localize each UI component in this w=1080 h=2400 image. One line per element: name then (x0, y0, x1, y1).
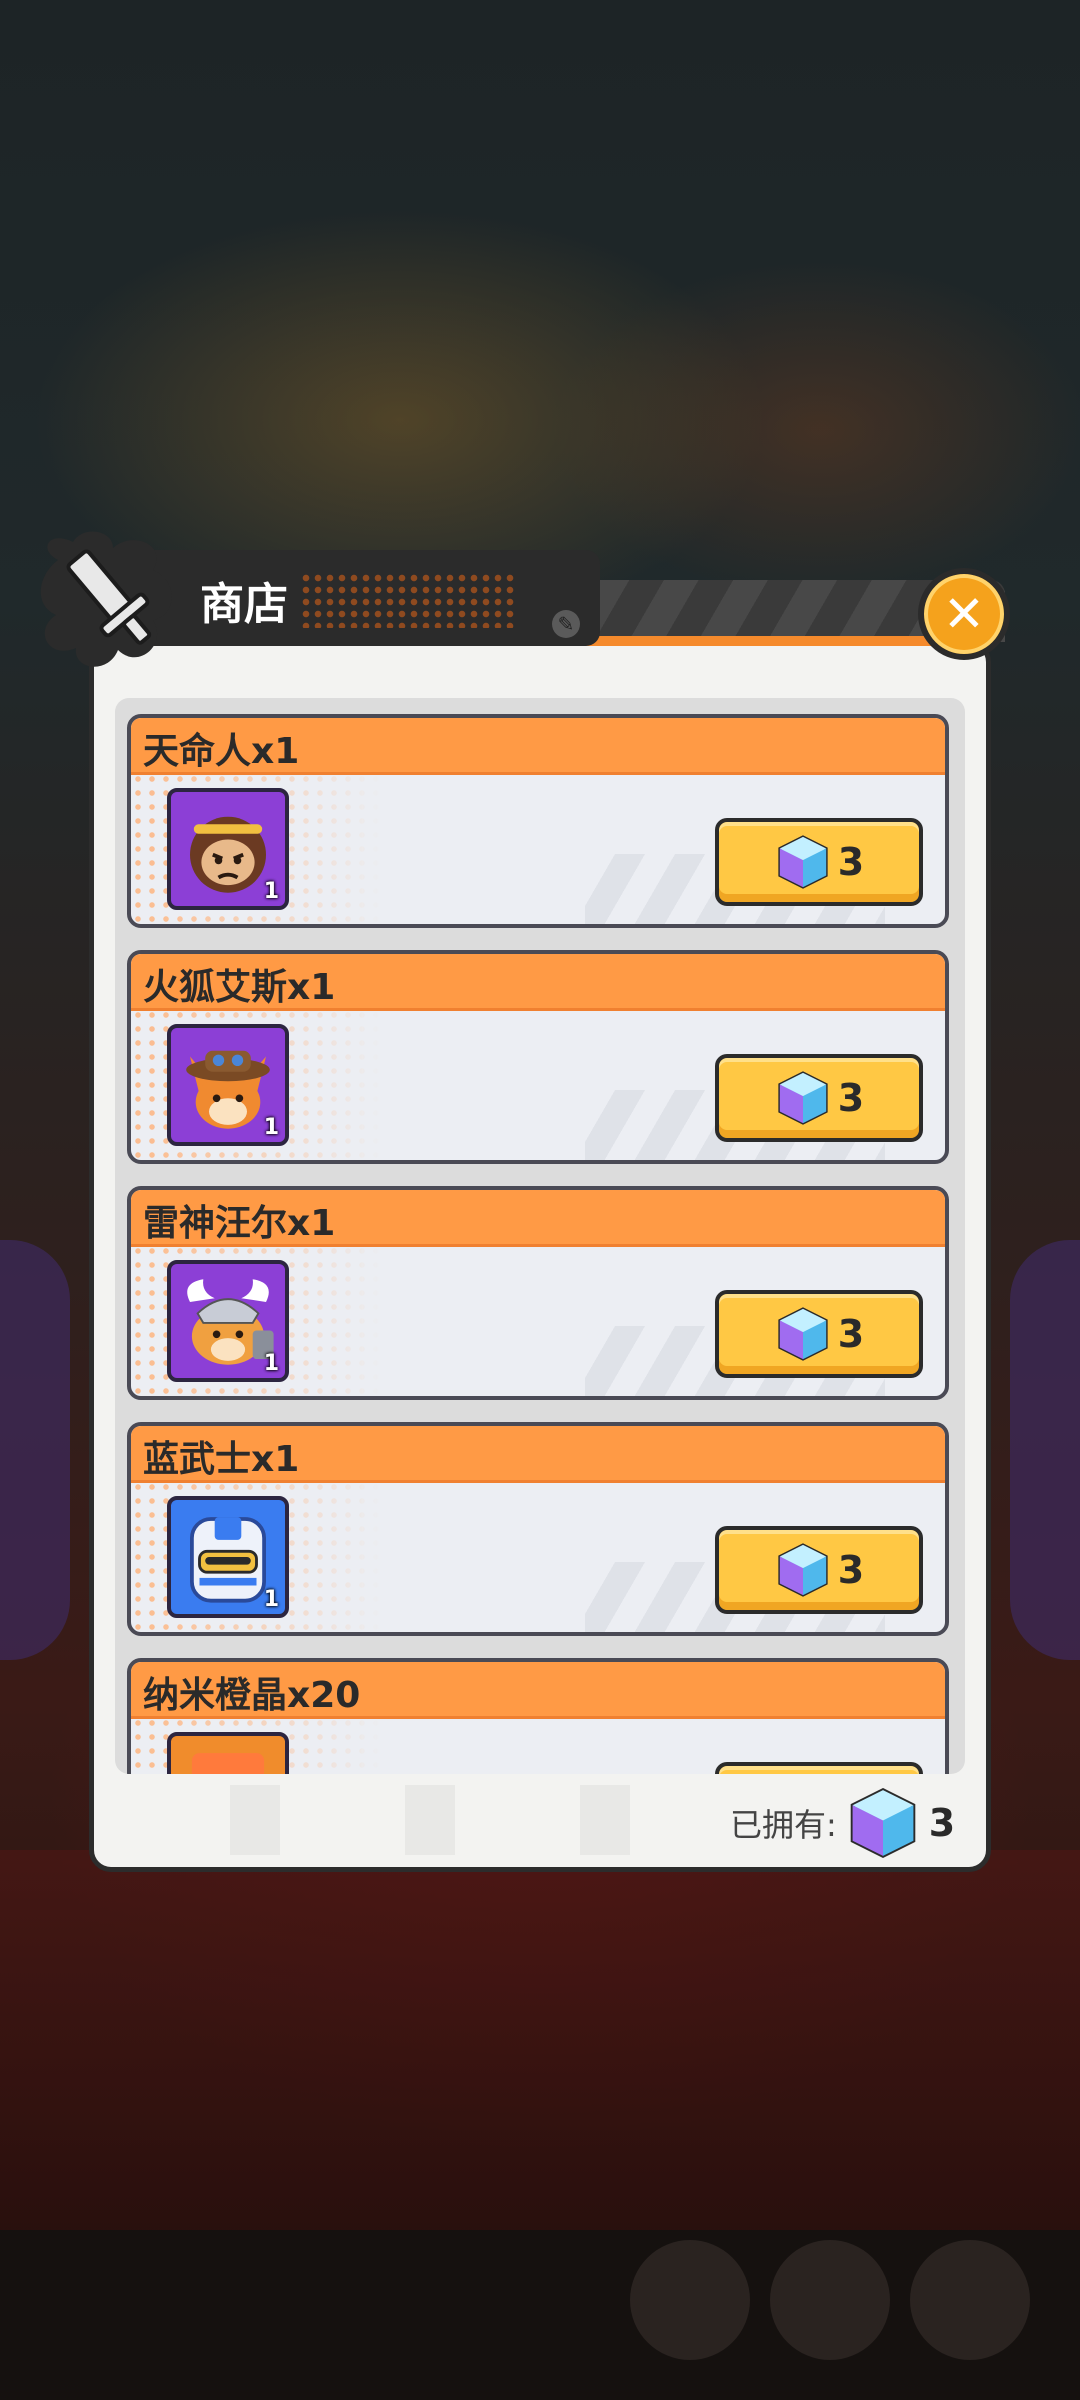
owned-count: 3 (928, 1801, 956, 1845)
buy-button[interactable]: 3 (715, 1054, 923, 1142)
item-count: 1 (263, 1351, 279, 1376)
price-label: 3 (837, 1548, 865, 1592)
item-name: 天命人x1 (143, 731, 300, 772)
thor-dog-hero-icon[interactable]: 1 (167, 1260, 289, 1382)
owned-currency: 已拥有: 3 (730, 1785, 955, 1861)
close-icon: ✕ (943, 585, 985, 643)
item-count: 1 (263, 879, 279, 904)
price-label: 3 (837, 1312, 865, 1356)
item-name: 纳米橙晶x20 (143, 1675, 361, 1716)
background-deco-right (1010, 1240, 1080, 1660)
item-name: 蓝武士x1 (143, 1439, 300, 1480)
background-deco-left (0, 1240, 70, 1660)
diamond-gem-icon (778, 1071, 828, 1125)
pencil-icon: ✎ (552, 610, 580, 638)
item-header: 天命人x1 (131, 718, 945, 775)
bottom-button (910, 2240, 1030, 2360)
item-header: 雷神汪尔x1 (131, 1190, 945, 1247)
owned-label: 已拥有: (730, 1806, 837, 1844)
item-count: 1 (263, 1587, 279, 1612)
item-name: 火狐艾斯x1 (143, 967, 336, 1008)
shop-item: 天命人x1 1 3 (127, 714, 949, 928)
fox-hero-icon[interactable]: 1 (167, 1024, 289, 1146)
background-shelf (0, 1850, 1080, 2230)
nano-orange-crystal-icon[interactable] (167, 1732, 289, 1774)
price-label: 3 (837, 1076, 865, 1120)
buy-button[interactable]: 3 (715, 818, 923, 906)
buy-button[interactable] (715, 1762, 923, 1774)
sword-icon (40, 531, 172, 667)
item-count: 1 (263, 1115, 279, 1140)
price-label: 3 (837, 840, 865, 884)
diamond-gem-icon (778, 835, 828, 889)
blue-knight-hero-icon[interactable]: 1 (167, 1496, 289, 1618)
diamond-gem-icon (778, 1307, 828, 1361)
title-dots (300, 572, 515, 628)
shop-item-list[interactable]: 天命人x1 1 3 火狐艾斯x1 1 3 雷神汪尔x1 1 3 蓝武士x1 1 … (115, 698, 965, 1774)
page-title: 商店 (200, 579, 288, 630)
shop-item: 纳米橙晶x20 (127, 1658, 949, 1774)
diamond-gem-icon (850, 1787, 916, 1859)
footer-pattern (170, 1785, 690, 1855)
diamond-gem-icon (778, 1543, 828, 1597)
shop-item: 蓝武士x1 1 3 (127, 1422, 949, 1636)
bottom-button (630, 2240, 750, 2360)
bottom-button (770, 2240, 890, 2360)
monkey-hero-icon[interactable]: 1 (167, 788, 289, 910)
item-header: 火狐艾斯x1 (131, 954, 945, 1011)
shop-item: 雷神汪尔x1 1 3 (127, 1186, 949, 1400)
close-button[interactable]: ✕ (918, 568, 1010, 660)
shop-item: 火狐艾斯x1 1 3 (127, 950, 949, 1164)
item-header: 纳米橙晶x20 (131, 1662, 945, 1719)
item-header: 蓝武士x1 (131, 1426, 945, 1483)
item-name: 雷神汪尔x1 (143, 1203, 336, 1244)
bottom-bar (0, 2230, 1080, 2400)
buy-button[interactable]: 3 (715, 1290, 923, 1378)
buy-button[interactable]: 3 (715, 1526, 923, 1614)
